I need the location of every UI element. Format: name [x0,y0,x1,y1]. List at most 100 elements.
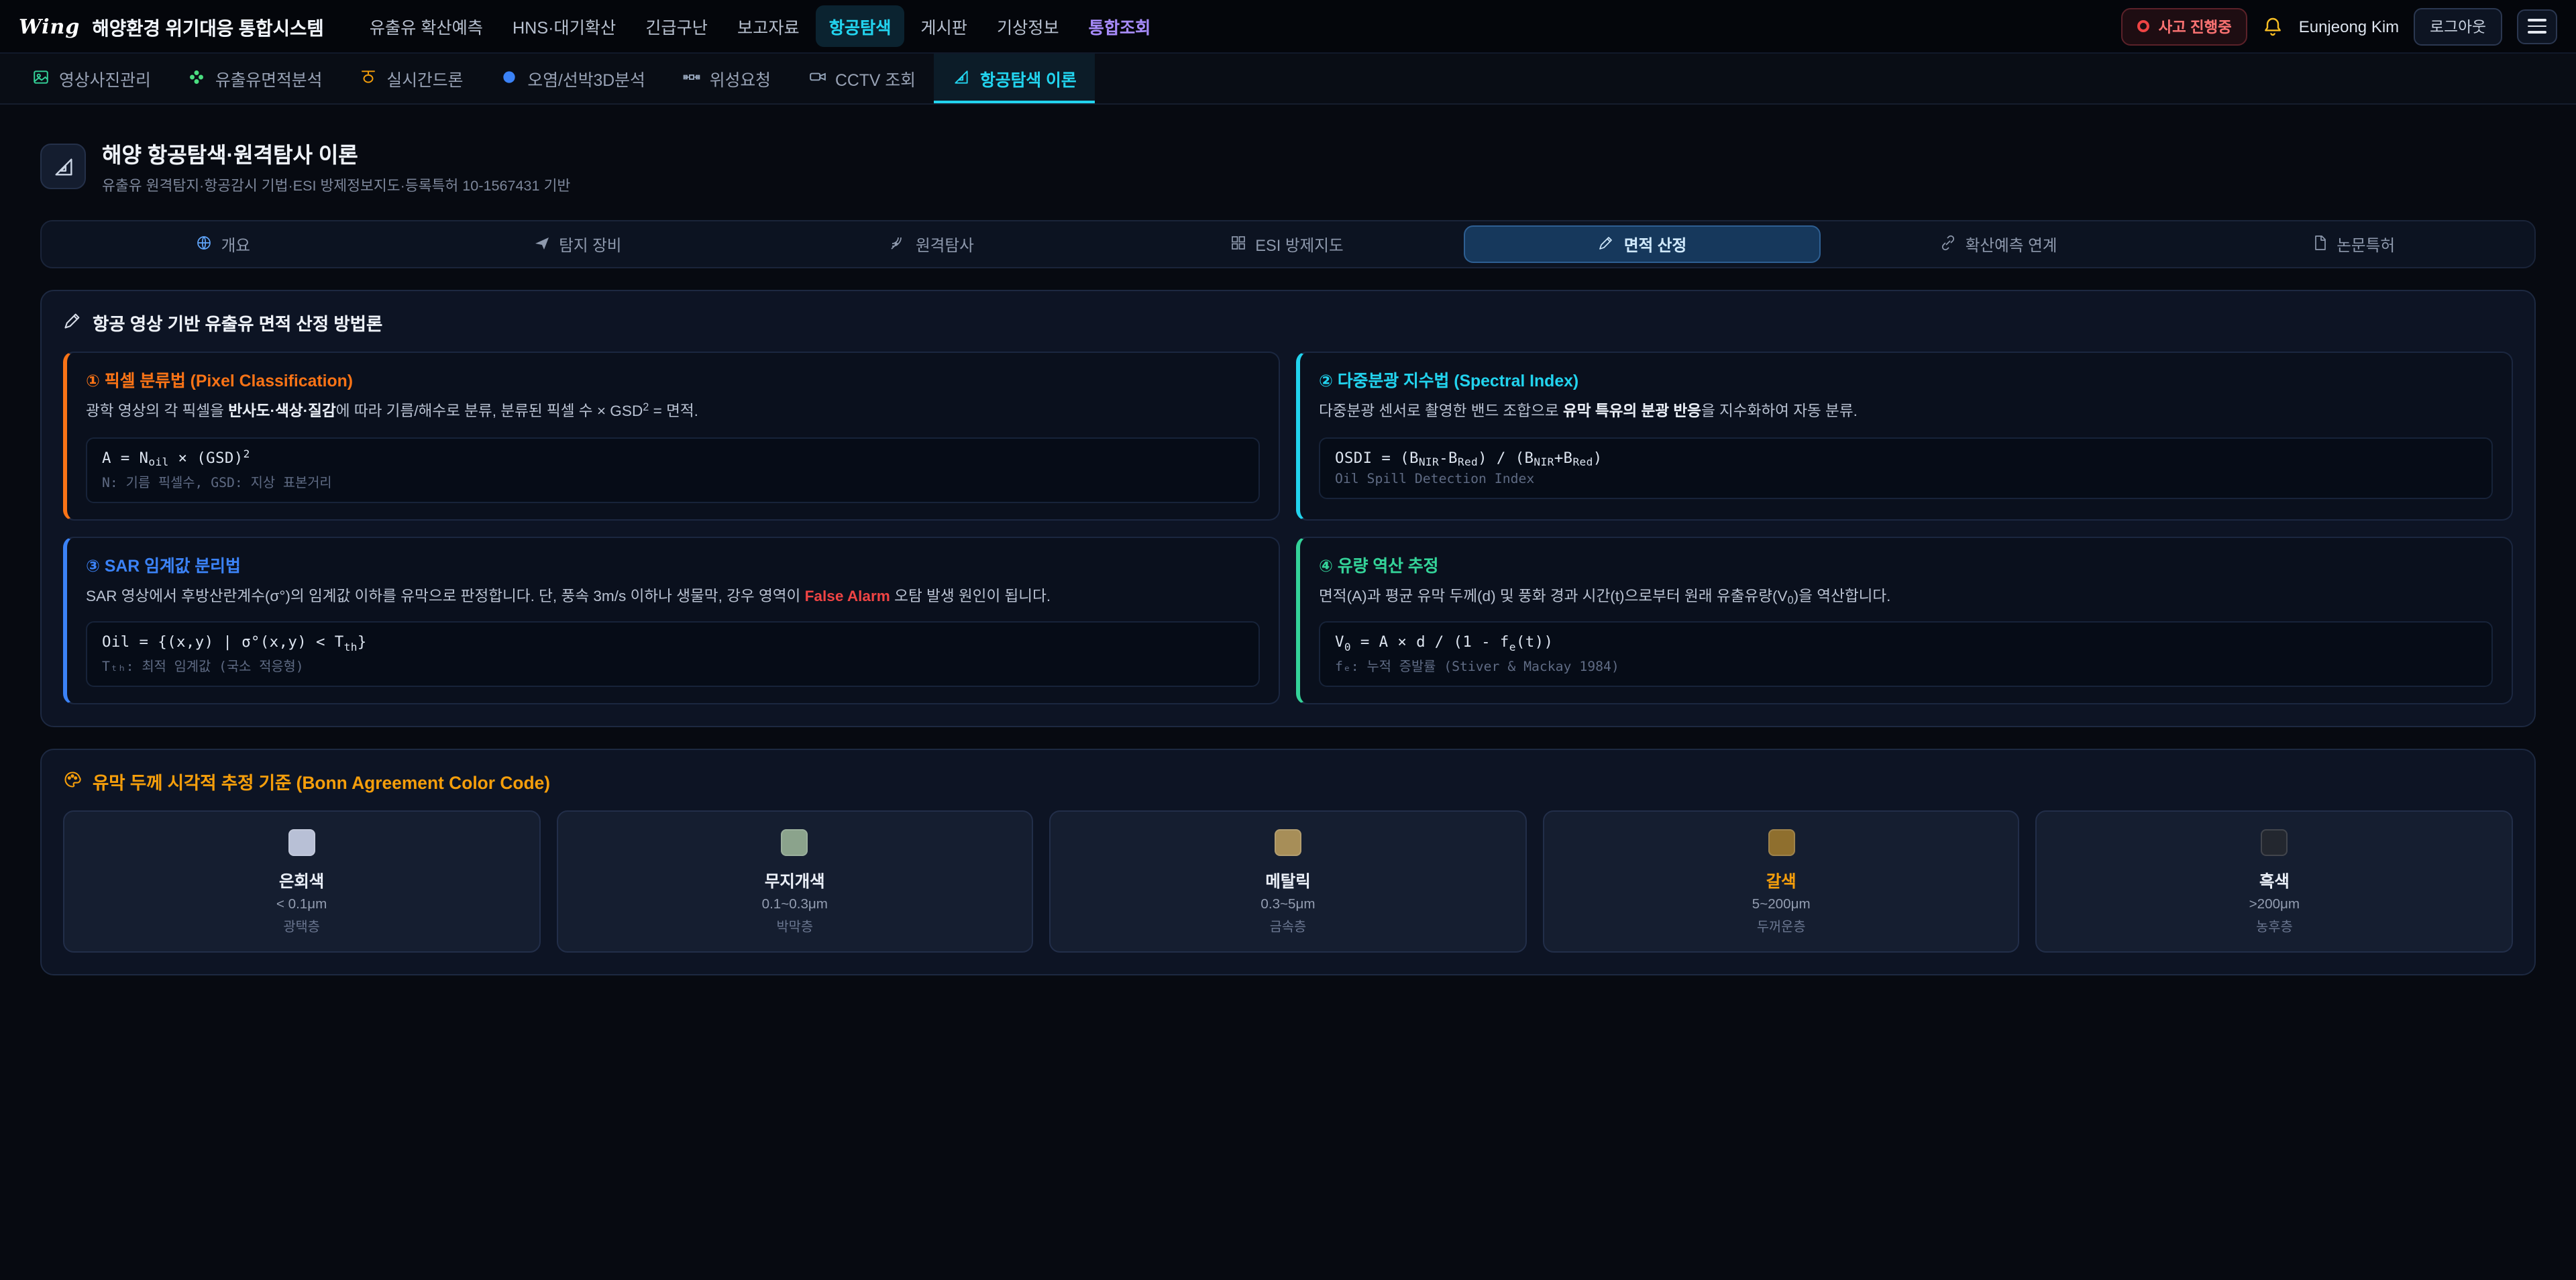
tab-label: 면적 산정 [1624,233,1686,256]
tab-label: 개요 [221,233,250,256]
subtab-label: 오염/선박3D분석 [527,66,645,91]
thickness-layer: 금속층 [1064,916,1511,935]
incident-dot-icon [2137,20,2149,32]
nav-item-board[interactable]: 게시판 [907,5,981,47]
tab-papers-patents[interactable]: 논문특허 [2176,225,2530,263]
methods-title-text: 항공 영상 기반 유출유 면적 산정 방법론 [93,310,382,335]
method-card-title: ② 다중분광 지수법 (Spectral Index) [1319,368,2493,392]
subtab-label: 항공탐색 이론 [980,66,1077,91]
thickness-card-brown: 갈색 5~200μm 두꺼운층 [1543,810,2020,953]
thickness-card-rainbow: 무지개색 0.1~0.3μm 박막층 [556,810,1033,953]
aerial-search-subnav: 영상사진관리 유출유면적분석 실시간드론 오염/선박3D분석 위성요청 CCTV… [0,54,2576,105]
satellite-dish-icon [890,234,906,254]
thickness-range: 0.3~5μm [1064,898,1511,912]
method-card-description: SAR 영상에서 후방산란계수(σ°)의 임계값 이하를 유막으로 판정합니다.… [86,586,1260,609]
tab-esi-map[interactable]: ESI 방제지도 [1110,225,1464,263]
sphere-3d-icon [500,68,518,89]
main-menu: 유출유 확산예측 HNS·대기확산 긴급구난 보고자료 항공탐색 게시판 기상정… [356,5,1165,47]
theory-tab-bar: 개요 탐지 장비 원격탐사 ESI 방제지도 면적 산정 확산예측 연계 [40,220,2536,268]
cctv-camera-icon [808,68,826,89]
incident-label: 사고 진행중 [2159,15,2232,37]
method-card-title: ④ 유량 역산 추정 [1319,552,2493,576]
nav-item-aerial-search[interactable]: 항공탐색 [816,5,905,47]
incident-status-badge[interactable]: 사고 진행중 [2121,7,2248,45]
method-card-title: ① 픽셀 분류법 (Pixel Classification) [86,368,1260,392]
color-swatch [2261,829,2288,856]
formula-block: OSDI = (BNIR-BRed) / (BNIR+BRed) Oil Spi… [1319,437,2493,498]
nav-item-weather[interactable]: 기상정보 [983,5,1073,47]
method-card-volume-inversion: ④ 유량 역산 추정 면적(A)과 평균 유막 두께(d) 및 풍화 경과 시간… [1296,536,2513,704]
formula-note: fₑ: 누적 증발률 (Stiver & Mackay 1984) [1335,656,2477,675]
tab-label: 탐지 장비 [559,233,621,256]
method-card-title: ③ SAR 임계값 분리법 [86,552,1260,576]
tab-label: 원격탐사 [916,233,974,256]
color-swatch [782,829,808,856]
nav-item-integrated-search[interactable]: 통합조회 [1075,5,1165,47]
subtab-label: 위성요청 [710,66,771,91]
subtab-pollution-ship-3d[interactable]: 오염/선박3D분석 [482,54,663,103]
wing-logo: Wing [19,14,80,38]
thickness-name: 무지개색 [571,868,1018,892]
method-card-pixel-classification: ① 픽셀 분류법 (Pixel Classification) 광학 영상의 각… [63,352,1280,520]
tab-remote-sensing[interactable]: 원격탐사 [755,225,1110,263]
thickness-grid: 은회색 < 0.1μm 광택층 무지개색 0.1~0.3μm 박막층 메탈릭 0… [63,810,2513,953]
formula-text: V0 = A × d / (1 - fe(t)) [1335,633,2477,651]
palette-icon [63,770,82,793]
app-root: Wing 해양환경 위기대응 통합시스템 유출유 확산예측 HNS·대기확산 긴… [0,0,2576,1280]
thickness-layer: 두꺼운층 [1558,916,2005,935]
nav-item-hns-diffusion[interactable]: HNS·대기확산 [499,5,629,47]
system-title: 해양환경 위기대응 통합시스템 [92,13,323,40]
main-content: 해양 항공탐색·원격탐사 이론 유출유 원격탐지·항공감시 기법·ESI 방제정… [0,105,2576,975]
set-square-icon [953,68,971,89]
thickness-card-black: 흑색 >200μm 농후층 [2036,810,2513,953]
color-swatch [1275,829,1301,856]
subtab-oil-area-analysis[interactable]: 유출유면적분석 [170,54,341,103]
plane-icon [533,234,549,254]
formula-text: Oil = {(x,y) | σ°(x,y) < Tth} [102,633,1244,651]
thickness-layer: 농후층 [2051,916,2498,935]
subtab-label: CCTV 조회 [835,66,916,91]
page-ruler-icon [40,144,86,189]
thickness-card-silver-gray: 은회색 < 0.1μm 광택층 [63,810,540,953]
logout-button[interactable]: 로그아웃 [2414,7,2502,45]
methods-grid: ① 픽셀 분류법 (Pixel Classification) 광학 영상의 각… [63,352,2513,704]
subtab-label: 영상사진관리 [59,66,151,91]
formula-text: OSDI = (BNIR-BRed) / (BNIR+BRed) [1335,449,2477,466]
hamburger-menu-button[interactable] [2517,9,2557,44]
thickness-range: 0.1~0.3μm [571,898,1018,912]
tab-overview[interactable]: 개요 [46,225,400,263]
nav-item-spill-prediction[interactable]: 유출유 확산예측 [356,5,496,47]
color-swatch [288,829,315,856]
page-header-text: 해양 항공탐색·원격탐사 이론 유출유 원격탐지·항공감시 기법·ESI 방제정… [102,137,570,196]
subtab-aerial-search-theory[interactable]: 항공탐색 이론 [934,54,1095,103]
methods-section-title: 항공 영상 기반 유출유 면적 산정 방법론 [63,310,2513,335]
notification-bell-icon[interactable] [2263,15,2284,37]
tab-detection-equipment[interactable]: 탐지 장비 [400,225,755,263]
subtab-label: 유출유면적분석 [215,66,323,91]
subtab-satellite-request[interactable]: 위성요청 [664,54,790,103]
tab-diffusion-link[interactable]: 확산예측 연계 [1821,225,2176,263]
nav-item-reports[interactable]: 보고자료 [724,5,813,47]
top-navigation-bar: Wing 해양환경 위기대응 통합시스템 유출유 확산예측 HNS·대기확산 긴… [0,0,2576,54]
subtab-realtime-drone[interactable]: 실시간드론 [341,54,482,103]
tab-area-calculation[interactable]: 면적 산정 [1464,225,1821,263]
subtab-cctv-view[interactable]: CCTV 조회 [790,54,934,103]
method-card-description: 다중분광 센서로 촬영한 밴드 조합으로 유막 특유의 분광 반응을 지수화하여… [1319,401,2493,425]
subtab-label: 실시간드론 [386,66,463,91]
thickness-range: >200μm [2051,898,2498,912]
flower-analysis-icon [189,68,206,89]
subtab-image-photo-management[interactable]: 영상사진관리 [13,54,170,103]
thickness-section-title: 유막 두께 시각적 추정 기준 (Bonn Agreement Color Co… [63,769,2513,794]
page-title: 해양 항공탐색·원격탐사 이론 [102,137,570,169]
tab-label: ESI 방제지도 [1255,233,1343,256]
link-icon [1940,234,1956,254]
pencil-icon [63,311,82,334]
nav-item-emergency-rescue[interactable]: 긴급구난 [632,5,721,47]
brand[interactable]: Wing 해양환경 위기대응 통합시스템 [19,13,324,40]
formula-text: A = Noil × (GSD)2 [102,449,1244,466]
method-card-sar-threshold: ③ SAR 임계값 분리법 SAR 영상에서 후방산란계수(σ°)의 임계값 이… [63,536,1280,704]
thickness-name: 메탈릭 [1064,868,1511,892]
globe-icon [196,234,212,254]
thickness-color-code-section: 유막 두께 시각적 추정 기준 (Bonn Agreement Color Co… [40,749,2536,975]
thickness-title-text: 유막 두께 시각적 추정 기준 (Bonn Agreement Color Co… [93,769,550,794]
